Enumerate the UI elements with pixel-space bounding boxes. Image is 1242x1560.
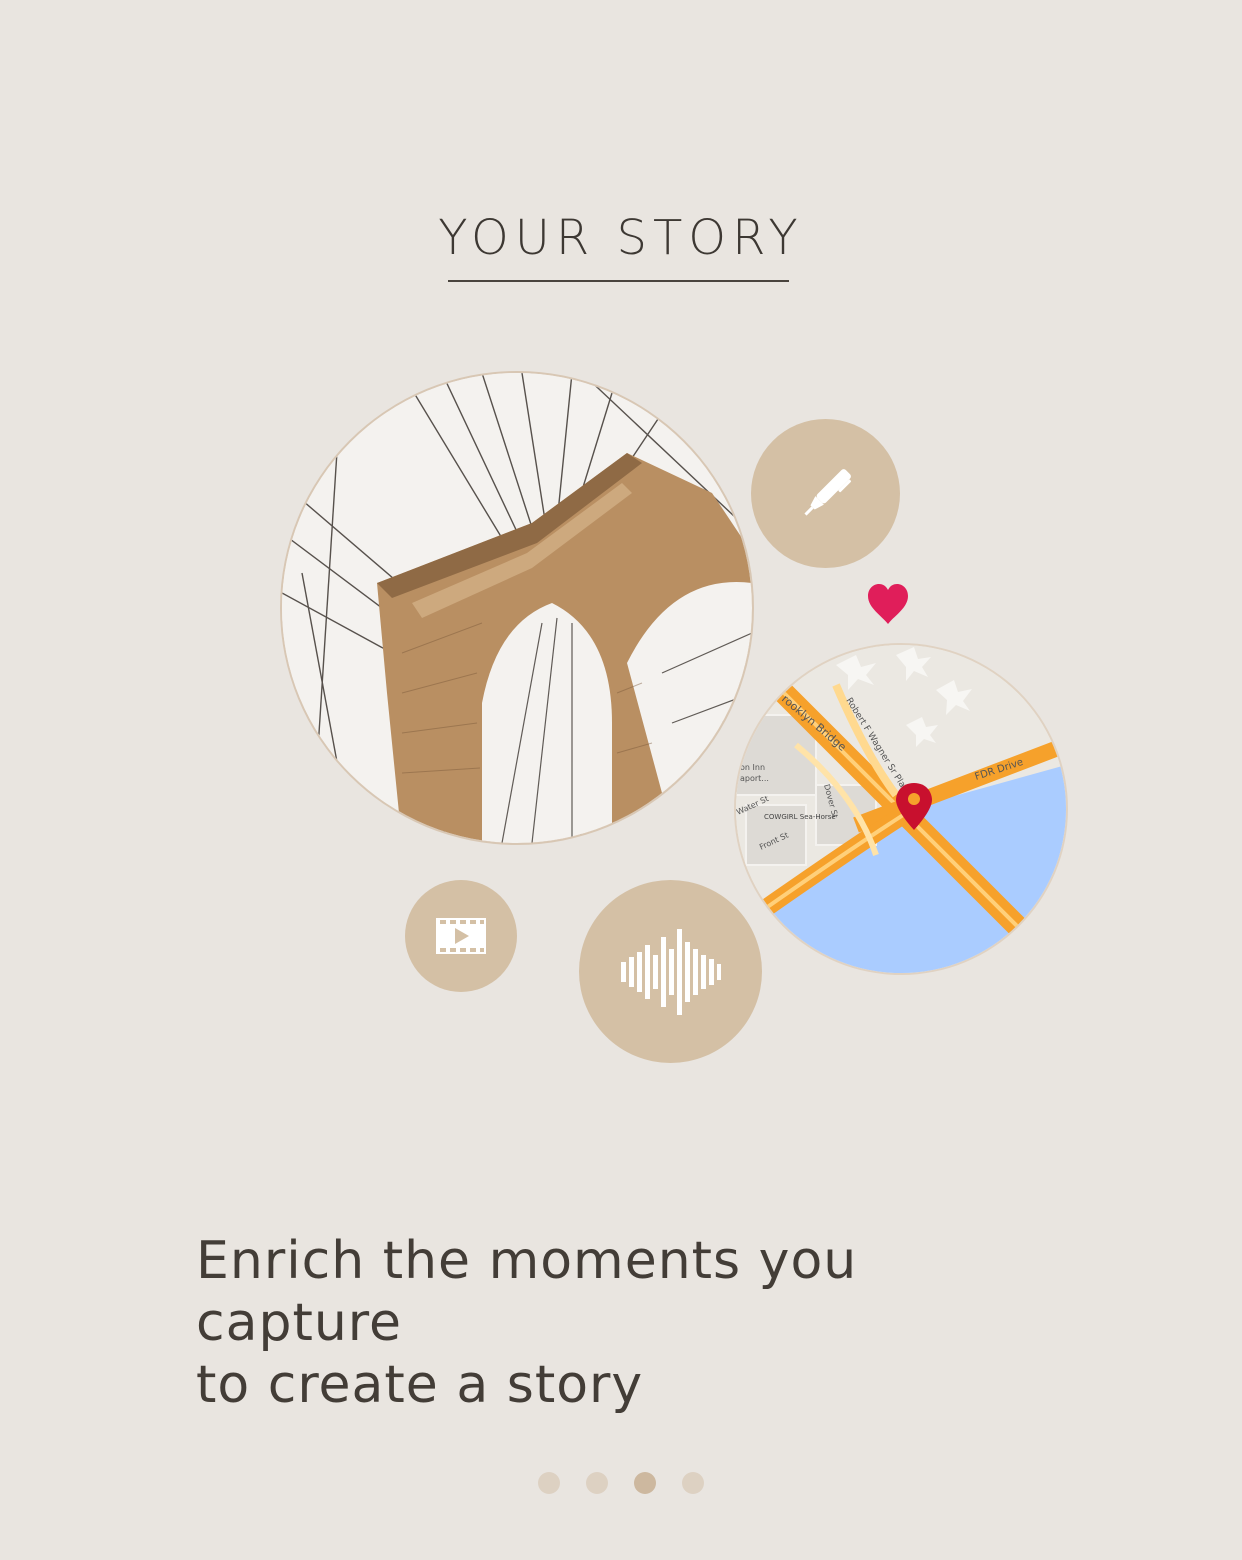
caption-line-1: Enrich the moments you capture [196,1231,858,1353]
pen-icon [803,468,851,516]
map-label-inn-1: on Inn [740,763,765,772]
map-label-inn-2: aport... [740,774,769,783]
page-dot-2[interactable] [586,1472,608,1494]
heart-icon[interactable] [864,580,912,628]
video-icon [436,918,486,954]
audio-wave-icon [620,928,721,1015]
pagination-dots [538,1472,704,1494]
onboarding-caption: Enrich the moments you capture to create… [196,1230,1076,1416]
title-underline [448,280,789,282]
video-button[interactable] [405,880,517,992]
map-preview[interactable]: rooklyn Bridge Robert F Wagner Sr Place … [736,645,1066,973]
page-title: YOUR STORY [438,210,804,266]
caption-line-2: to create a story [196,1355,644,1415]
page-dot-4[interactable] [682,1472,704,1494]
page-dot-3-active[interactable] [634,1472,656,1494]
audio-button[interactable] [579,880,762,1063]
pen-button[interactable] [751,419,900,568]
bridge-photo [282,373,752,843]
page-dot-1[interactable] [538,1472,560,1494]
map-label-cowgirl: COWGIRL Sea-Horse [764,813,836,821]
